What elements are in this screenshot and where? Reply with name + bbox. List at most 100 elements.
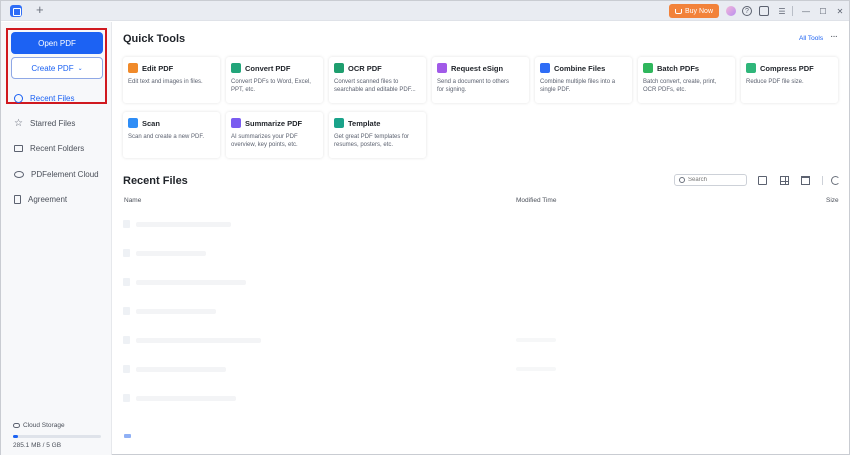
- table-row[interactable]: [123, 393, 236, 403]
- summarize-icon: [231, 118, 241, 128]
- cloud-icon: [14, 170, 24, 178]
- new-tab-button[interactable]: +: [36, 2, 44, 17]
- tool-card-title: OCR PDF: [348, 63, 382, 73]
- sidebar-item-label: PDFelement Cloud: [31, 169, 99, 179]
- file-icon: [124, 434, 131, 438]
- archive-icon[interactable]: [801, 176, 810, 185]
- column-header-size[interactable]: Size: [826, 197, 839, 204]
- quick-tools-title: Quick Tools: [123, 33, 186, 45]
- cloud-icon: [13, 423, 20, 428]
- row-placeholder: [136, 250, 206, 256]
- search-input[interactable]: [688, 177, 743, 183]
- list-view-icon[interactable]: [758, 176, 767, 185]
- search-box[interactable]: [674, 174, 747, 186]
- tool-card-title: Request eSign: [451, 63, 504, 73]
- edit-icon: [128, 63, 138, 73]
- recent-files-title: Recent Files: [123, 175, 188, 187]
- cart-icon: [674, 8, 682, 14]
- ocr-icon: [334, 63, 344, 73]
- tool-card-title: Scan: [142, 118, 160, 128]
- sidebar-item-pdfelement-cloud[interactable]: PDFelement Cloud: [14, 167, 99, 181]
- row-placeholder: [516, 367, 556, 371]
- convert-icon: [231, 63, 241, 73]
- tool-card-scan[interactable]: Scan Scan and create a new PDF.: [123, 112, 220, 158]
- esign-icon: [437, 63, 447, 73]
- sidebar-item-label: Recent Files: [30, 93, 75, 103]
- tool-card-convert-pdf[interactable]: Convert PDF Convert PDFs to Word, Excel,…: [226, 57, 323, 103]
- table-row[interactable]: [123, 219, 231, 229]
- tool-card-combine-files[interactable]: Combine Files Combine multiple files int…: [535, 57, 632, 103]
- file-icon: [123, 307, 130, 315]
- toolbar-divider: [822, 176, 823, 185]
- title-bar: + Buy Now ? ☰ — ☐ ✕: [1, 1, 849, 21]
- storage-progress-fill: [13, 435, 19, 438]
- help-icon[interactable]: ?: [742, 6, 752, 16]
- tool-card-title: Batch PDFs: [657, 63, 700, 73]
- tool-card-desc: Batch convert, create, print, OCR PDFs, …: [643, 79, 717, 93]
- folder-icon: [14, 144, 23, 152]
- file-icon: [123, 365, 130, 373]
- cloud-storage-label: Cloud Storage: [13, 422, 65, 429]
- create-pdf-button[interactable]: Create PDF ⌄: [11, 57, 103, 79]
- more-options-icon[interactable]: ···: [830, 31, 838, 42]
- storage-progress-bar: [13, 435, 101, 438]
- tool-card-request-esign[interactable]: Request eSign Send a document to others …: [432, 57, 529, 103]
- table-row[interactable]: [123, 335, 261, 345]
- tool-card-desc: Convert PDFs to Word, Excel, PPT, etc.: [231, 79, 311, 93]
- tool-card-title: Template: [348, 118, 381, 128]
- table-row[interactable]: [123, 364, 226, 374]
- storage-usage: 285.1 MB / 5 GB: [13, 442, 62, 449]
- create-pdf-label: Create PDF: [31, 63, 74, 73]
- tool-card-template[interactable]: Template Get great PDF templates for res…: [329, 112, 426, 158]
- close-icon[interactable]: ✕: [835, 6, 845, 16]
- tool-card-desc: Get great PDF templates for resumes, pos…: [334, 134, 410, 148]
- grid-view-icon[interactable]: [780, 176, 789, 185]
- tool-card-title: Edit PDF: [142, 63, 174, 73]
- tool-card-compress-pdf[interactable]: Compress PDF Reduce PDF file size.: [741, 57, 838, 103]
- main-content: Quick Tools All Tools ··· Edit PDF Edit …: [113, 22, 849, 455]
- sidebar-item-recent-folders[interactable]: Recent Folders: [14, 141, 84, 155]
- sidebar-item-label: Recent Folders: [30, 143, 85, 153]
- refresh-icon[interactable]: [831, 176, 840, 185]
- table-row[interactable]: [123, 248, 206, 258]
- column-header-name[interactable]: Name: [124, 197, 141, 204]
- tool-card-desc: Combine multiple files into a single PDF…: [540, 79, 616, 93]
- buy-now-label: Buy Now: [684, 7, 713, 15]
- tool-card-summarize-pdf[interactable]: Summarize PDF AI summarizes your PDF ove…: [226, 112, 323, 158]
- sidebar: Open PDF Create PDF ⌄ Recent Files ☆ Sta…: [1, 22, 112, 455]
- clock-icon: [14, 93, 23, 103]
- app-logo-icon: [10, 5, 22, 17]
- file-icon: [123, 249, 130, 257]
- tool-card-desc: Edit text and images in files.: [128, 79, 203, 85]
- all-tools-link[interactable]: All Tools: [799, 35, 823, 42]
- menu-icon[interactable]: ☰: [777, 6, 787, 16]
- file-icon: [123, 336, 130, 344]
- scan-icon: [128, 118, 138, 128]
- sidebar-item-starred-files[interactable]: ☆ Starred Files: [14, 116, 75, 130]
- message-icon[interactable]: [759, 6, 769, 16]
- open-pdf-button[interactable]: Open PDF: [11, 32, 103, 54]
- column-header-modified[interactable]: Modified Time: [516, 197, 556, 204]
- sidebar-item-recent-files[interactable]: Recent Files: [14, 91, 74, 105]
- maximize-icon[interactable]: ☐: [818, 6, 828, 16]
- minimize-icon[interactable]: —: [801, 6, 811, 16]
- tool-card-edit-pdf[interactable]: Edit PDF Edit text and images in files.: [123, 57, 220, 103]
- star-icon: ☆: [14, 117, 23, 129]
- document-icon: [14, 194, 21, 204]
- tool-card-title: Combine Files: [554, 63, 606, 73]
- tool-card-batch-pdfs[interactable]: Batch PDFs Batch convert, create, print,…: [638, 57, 735, 103]
- row-placeholder: [136, 221, 231, 227]
- buy-now-button[interactable]: Buy Now: [669, 4, 719, 18]
- table-row[interactable]: [123, 277, 246, 287]
- titlebar-divider: [792, 6, 793, 16]
- tool-card-desc: Send a document to others for signing.: [437, 79, 510, 93]
- chevron-down-icon: ⌄: [77, 65, 83, 72]
- tool-card-ocr-pdf[interactable]: OCR PDF Convert scanned files to searcha…: [329, 57, 426, 103]
- table-row[interactable]: [123, 306, 216, 316]
- file-icon: [123, 220, 130, 228]
- tool-card-desc: Reduce PDF file size.: [746, 79, 804, 85]
- sidebar-item-agreement[interactable]: Agreement: [14, 192, 67, 206]
- row-placeholder: [516, 338, 556, 342]
- cloud-storage-text: Cloud Storage: [23, 422, 65, 429]
- avatar[interactable]: [726, 6, 736, 16]
